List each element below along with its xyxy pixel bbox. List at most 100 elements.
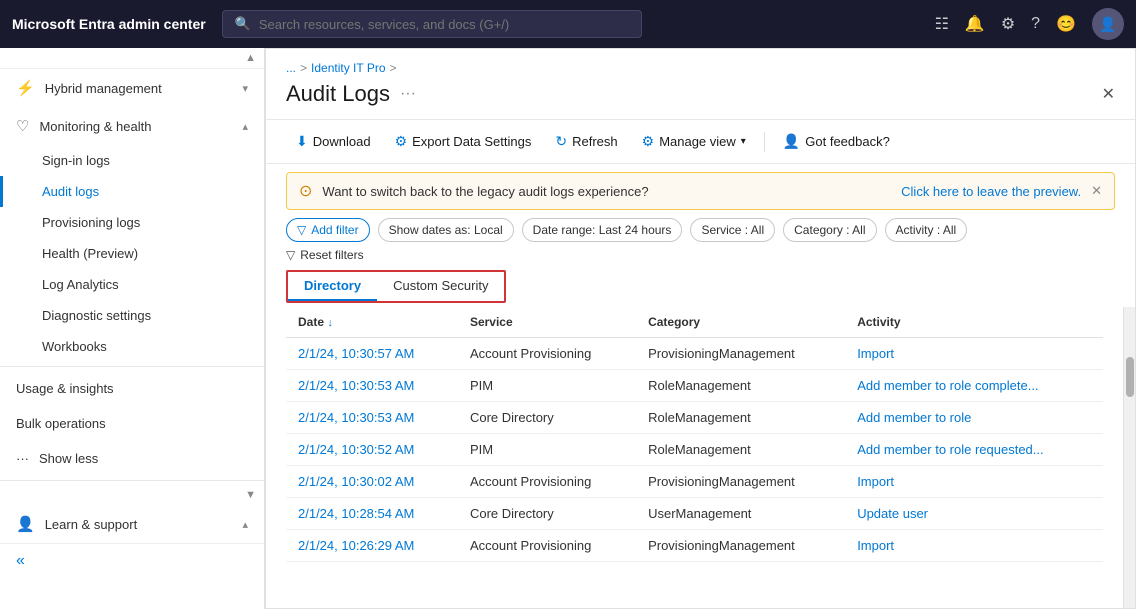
usage-insights-label: Usage & insights — [16, 381, 114, 396]
log-analytics-label: Log Analytics — [42, 277, 119, 292]
col-category: Category — [636, 307, 845, 338]
chevron-down-icon: ▾ — [242, 82, 248, 95]
breadcrumb-link[interactable]: Identity IT Pro — [311, 61, 385, 75]
bulk-operations-label: Bulk operations — [16, 416, 106, 431]
cell-category-3: RoleManagement — [636, 434, 845, 466]
portal-icon[interactable]: ☷ — [935, 14, 949, 34]
sidebar-hybrid-label: Hybrid management — [45, 81, 162, 96]
cell-activity-2[interactable]: Add member to role — [845, 402, 1103, 434]
search-input[interactable] — [259, 17, 629, 32]
audit-logs-panel: ... > Identity IT Pro > Audit Logs ··· ✕… — [265, 48, 1136, 609]
help-icon[interactable]: ? — [1031, 15, 1040, 33]
refresh-icon: ↻ — [555, 133, 567, 150]
cell-date-4[interactable]: 2/1/24, 10:30:02 AM — [286, 466, 458, 498]
sidebar-item-provisioning-logs[interactable]: Provisioning logs — [0, 207, 264, 238]
cell-date-0[interactable]: 2/1/24, 10:30:57 AM — [286, 338, 458, 370]
export-data-settings-button[interactable]: ⚙ Export Data Settings — [385, 128, 542, 155]
cell-date-1[interactable]: 2/1/24, 10:30:53 AM — [286, 370, 458, 402]
manage-view-button[interactable]: ⚙ Manage view ▾ — [632, 128, 756, 155]
cell-activity-5[interactable]: Update user — [845, 498, 1103, 530]
cell-date-2[interactable]: 2/1/24, 10:30:53 AM — [286, 402, 458, 434]
cell-service-0: Account Provisioning — [458, 338, 636, 370]
breadcrumb-more[interactable]: ... — [286, 61, 296, 75]
date-range-chip[interactable]: Date range: Last 24 hours — [522, 218, 683, 242]
scroll-down-arrow[interactable]: ▼ — [245, 489, 256, 501]
hybrid-icon: ⚡ — [16, 79, 35, 97]
feedback-person-icon: 👤 — [783, 133, 800, 150]
tab-custom-security[interactable]: Custom Security — [377, 272, 504, 301]
panel-more-button[interactable]: ··· — [400, 85, 416, 103]
cell-activity-6[interactable]: Import — [845, 530, 1103, 562]
got-feedback-button[interactable]: 👤 Got feedback? — [773, 128, 900, 155]
notification-link[interactable]: Click here to leave the preview. — [901, 184, 1081, 199]
activity-chip[interactable]: Activity : All — [885, 218, 968, 242]
table-row: 2/1/24, 10:28:54 AM Core Directory UserM… — [286, 498, 1103, 530]
sidebar-item-bulk-operations[interactable]: Bulk operations — [0, 406, 264, 441]
scroll-up-arrow[interactable]: ▲ — [245, 52, 256, 64]
sidebar-item-diagnostic-settings[interactable]: Diagnostic settings — [0, 300, 264, 331]
cell-date-5[interactable]: 2/1/24, 10:28:54 AM — [286, 498, 458, 530]
table-row: 2/1/24, 10:30:53 AM PIM RoleManagement A… — [286, 370, 1103, 402]
sidebar-item-monitoring-health[interactable]: ♡ Monitoring & health ▴ — [0, 107, 264, 145]
cell-activity-4[interactable]: Import — [845, 466, 1103, 498]
feedback-icon[interactable]: 😊 — [1056, 14, 1076, 34]
panel-title: Audit Logs — [286, 81, 390, 107]
sidebar-item-health-preview[interactable]: Health (Preview) — [0, 238, 264, 269]
settings-icon[interactable]: ⚙ — [1001, 14, 1015, 34]
refresh-button[interactable]: ↻ Refresh — [545, 128, 627, 155]
cell-date-3[interactable]: 2/1/24, 10:30:52 AM — [286, 434, 458, 466]
category-chip[interactable]: Category : All — [783, 218, 876, 242]
sidebar-item-sign-in-logs[interactable]: Sign-in logs — [0, 145, 264, 176]
filter-chips: ▽ Add filter Show dates as: Local Date r… — [286, 218, 1115, 242]
sidebar-item-learn-support[interactable]: 👤 Learn & support ▴ — [0, 505, 264, 543]
cell-category-6: ProvisioningManagement — [636, 530, 845, 562]
tabs-box: Directory Custom Security — [286, 270, 506, 303]
cell-date-6[interactable]: 2/1/24, 10:26:29 AM — [286, 530, 458, 562]
sidebar-item-workbooks[interactable]: Workbooks — [0, 331, 264, 362]
add-filter-chip[interactable]: ▽ Add filter — [286, 218, 370, 242]
user-avatar[interactable]: 👤 — [1092, 8, 1124, 40]
close-icon[interactable]: ✕ — [1102, 84, 1115, 104]
toolbar-separator — [764, 132, 765, 152]
sidebar-item-show-less[interactable]: ··· Show less — [0, 441, 264, 476]
provisioning-logs-label: Provisioning logs — [42, 215, 140, 230]
cell-activity-3[interactable]: Add member to role requested... — [845, 434, 1103, 466]
service-chip[interactable]: Service : All — [690, 218, 775, 242]
main-content: ... > Identity IT Pro > Audit Logs ··· ✕… — [265, 48, 1136, 609]
filters-area: ▽ Add filter Show dates as: Local Date r… — [266, 218, 1135, 270]
cell-category-1: RoleManagement — [636, 370, 845, 402]
sidebar-item-log-analytics[interactable]: Log Analytics — [0, 269, 264, 300]
sidebar-divider — [0, 366, 264, 367]
cell-activity-1[interactable]: Add member to role complete... — [845, 370, 1103, 402]
sign-in-logs-label: Sign-in logs — [42, 153, 110, 168]
chevron-down-icon-2: ▴ — [242, 518, 248, 531]
reset-filters-button[interactable]: ▽ Reset filters — [286, 248, 1115, 262]
scroll-thumb — [1126, 357, 1134, 397]
breadcrumb-sep1: > — [300, 61, 307, 75]
col-service: Service — [458, 307, 636, 338]
collapse-sidebar-icon[interactable]: « — [16, 552, 25, 570]
table-area: Date ↓ Service Category Activity 2/1/24,… — [266, 307, 1135, 608]
show-dates-chip[interactable]: Show dates as: Local — [378, 218, 514, 242]
tab-directory[interactable]: Directory — [288, 272, 377, 301]
audit-logs-table: Date ↓ Service Category Activity 2/1/24,… — [286, 307, 1103, 562]
cell-activity-0[interactable]: Import — [845, 338, 1103, 370]
search-icon: 🔍 — [235, 16, 251, 32]
notification-close-icon[interactable]: ✕ — [1091, 183, 1102, 199]
table-scrollbar[interactable] — [1123, 307, 1135, 608]
search-bar[interactable]: 🔍 — [222, 10, 642, 38]
workbooks-label: Workbooks — [42, 339, 107, 354]
diagnostic-settings-label: Diagnostic settings — [42, 308, 151, 323]
sidebar-item-usage-insights[interactable]: Usage & insights — [0, 371, 264, 406]
notification-icon[interactable]: 🔔 — [965, 14, 985, 34]
table-wrapper[interactable]: Date ↓ Service Category Activity 2/1/24,… — [266, 307, 1123, 608]
download-button[interactable]: ⬇ Download — [286, 128, 381, 155]
sidebar-item-hybrid-management[interactable]: ⚡ Hybrid management ▾ — [0, 69, 264, 107]
chevron-down-icon-3: ▾ — [741, 136, 746, 147]
monitoring-icon: ♡ — [16, 117, 29, 135]
breadcrumb: ... > Identity IT Pro > — [286, 61, 1115, 75]
tabs-container: Directory Custom Security — [266, 270, 1135, 303]
sidebar-item-audit-logs[interactable]: Audit logs — [0, 176, 264, 207]
sort-icon: ↓ — [327, 317, 333, 329]
brand-name: Microsoft Entra admin center — [12, 16, 206, 32]
